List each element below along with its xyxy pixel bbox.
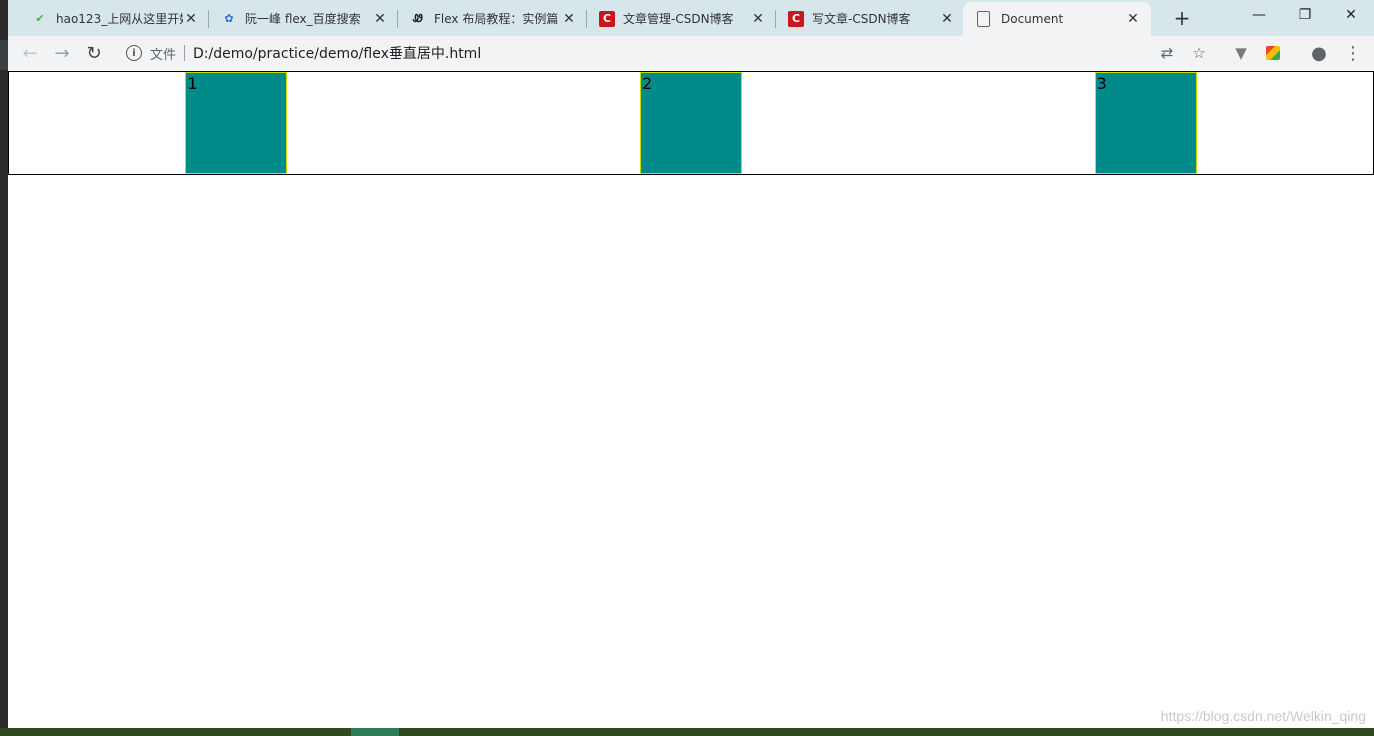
restore-button[interactable]: ❐: [1282, 0, 1328, 30]
tab-baidu-search[interactable]: ✿ 阮一峰 flex_百度搜索 ✕: [209, 3, 398, 34]
scheme-label: 文件: [150, 47, 177, 63]
close-icon[interactable]: ✕: [939, 11, 955, 27]
baidu-paw-icon: ✿: [224, 12, 234, 25]
tab-title: Flex 布局教程：实例篇: [434, 12, 559, 26]
flex-container: 1 2 3: [8, 71, 1374, 175]
flex-item-2: 2: [639, 72, 742, 174]
tab-title: Document: [1001, 12, 1064, 26]
tab-document[interactable]: Document ✕: [963, 2, 1151, 36]
profile-icon[interactable]: ●: [1308, 42, 1330, 64]
csdn-icon: C: [788, 10, 804, 27]
new-tab-button[interactable]: +: [1168, 6, 1196, 30]
tab-title: hao123_上网从这里开始: [56, 12, 183, 26]
close-icon[interactable]: ✕: [750, 11, 766, 27]
info-icon[interactable]: i: [126, 45, 142, 61]
url-text[interactable]: D:/demo/practice/demo/flex垂直居中.html: [193, 43, 481, 63]
background-window-edge: [0, 0, 8, 736]
tab-title: 文章管理-CSDN博客: [623, 12, 734, 26]
ruanyifeng-icon: Ꮺ: [413, 11, 423, 25]
close-icon[interactable]: ✕: [1125, 11, 1141, 27]
close-icon[interactable]: ✕: [561, 11, 577, 27]
taskbar-active-app[interactable]: [351, 728, 399, 736]
tab-strip: ✔ hao123_上网从这里开始 ✕ ✿ 阮一峰 flex_百度搜索 ✕ Ꮺ F…: [8, 0, 1374, 36]
tab-csdn-write[interactable]: C 写文章-CSDN博客 ✕: [776, 3, 965, 34]
minimize-button[interactable]: —: [1236, 0, 1282, 30]
menu-dots-icon[interactable]: ⋮: [1342, 42, 1364, 64]
flex-item-1: 1: [185, 72, 288, 174]
taskbar: [0, 728, 1374, 736]
watermark: https://blog.csdn.net/Welkin_qing: [1160, 708, 1366, 724]
translate-icon[interactable]: ⇄: [1156, 42, 1178, 64]
close-window-button[interactable]: ✕: [1328, 0, 1374, 30]
hao123-icon: ✔: [35, 12, 45, 25]
tab-title: 写文章-CSDN博客: [812, 12, 911, 26]
address-bar[interactable]: i 文件 D:/demo/practice/demo/flex垂直居中.html: [118, 39, 1218, 67]
tab-hao123[interactable]: ✔ hao123_上网从这里开始 ✕: [20, 3, 209, 34]
tab-csdn-manage[interactable]: C 文章管理-CSDN博客 ✕: [587, 3, 776, 34]
tab-flex-tutorial[interactable]: Ꮺ Flex 布局教程：实例篇 ✕: [398, 3, 587, 34]
tab-title: 阮一峰 flex_百度搜索: [245, 12, 361, 26]
browser-toolbar: ← → ↻ i 文件 D:/demo/practice/demo/flex垂直居…: [8, 36, 1374, 70]
csdn-icon: C: [599, 10, 615, 27]
back-icon[interactable]: ←: [18, 41, 42, 65]
close-icon[interactable]: ✕: [183, 11, 199, 27]
forward-icon[interactable]: →: [50, 41, 74, 65]
extension-color-icon[interactable]: [1262, 42, 1284, 64]
flex-item-3: 3: [1094, 72, 1197, 174]
reload-icon[interactable]: ↻: [82, 41, 106, 65]
bookmark-star-icon[interactable]: ☆: [1188, 42, 1210, 64]
extension-v-icon[interactable]: ▼: [1230, 42, 1252, 64]
document-icon: [977, 11, 990, 27]
close-icon[interactable]: ✕: [372, 11, 388, 27]
